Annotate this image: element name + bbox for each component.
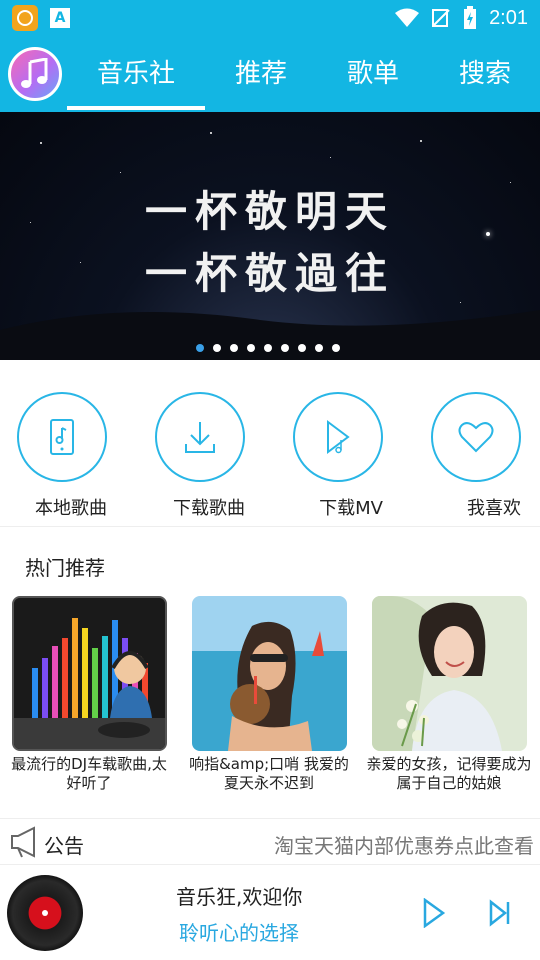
dj-equalizer-image [11, 596, 167, 751]
wifi-icon [395, 8, 420, 27]
girl-flowers-image [371, 596, 527, 751]
section-divider [0, 526, 540, 527]
hot-recommend-title: 热门推荐 [25, 556, 105, 580]
playlist-card-title: 亲爱的女孩，记得要成为属于自己的姑娘 [366, 755, 532, 792]
tab-music-club[interactable]: 音乐社 [67, 36, 205, 112]
carousel-dot [264, 344, 272, 352]
tab-recommend[interactable]: 推荐 [210, 36, 312, 112]
music-note-icon [21, 58, 48, 88]
app-logo[interactable] [8, 47, 62, 101]
banner-text-line-2: 一杯敬過往 [144, 249, 395, 298]
carousel-dot [315, 344, 323, 352]
banner-carousel[interactable]: 一杯敬明天 一杯敬過往 [0, 112, 540, 360]
notification-a-icon: A [50, 8, 70, 28]
carousel-indicator [196, 344, 340, 352]
carousel-dot [247, 344, 255, 352]
mini-player[interactable]: 音乐狂,欢迎你 聆听心的选择 [0, 864, 540, 960]
carousel-dot [281, 344, 289, 352]
playlist-card-title: 响指&amp;口哨 我爱的夏天永不迟到 [189, 755, 349, 792]
local-songs-button[interactable]: 本地歌曲 [17, 392, 107, 520]
clock: 2:01 [489, 6, 528, 29]
favorites-button[interactable]: 我喜欢 [431, 392, 521, 520]
download-icon [185, 422, 215, 453]
no-signal-icon [432, 9, 450, 27]
downloaded-songs-label: 下载歌曲 [173, 498, 245, 519]
status-bar: A 2:01 [0, 0, 540, 36]
carousel-dot [213, 344, 221, 352]
notice-bar[interactable]: 公告 淘宝天猫内部优惠券点此查看 [0, 818, 540, 864]
now-playing-title: 音乐狂,欢迎你 [176, 885, 303, 909]
local-songs-label: 本地歌曲 [35, 498, 107, 519]
playlist-card[interactable]: 最流行的DJ车载歌曲,太好听了 [4, 596, 174, 793]
album-disc[interactable] [7, 875, 83, 951]
video-file-icon [327, 420, 350, 454]
notification-app-icon [12, 5, 38, 31]
heart-icon [458, 422, 494, 453]
battery-icon [464, 6, 477, 29]
downloaded-mv-label: 下载MV [319, 498, 383, 519]
banner-text-line-1: 一杯敬明天 [144, 187, 395, 236]
carousel-dot [230, 344, 238, 352]
carousel-dot [298, 344, 306, 352]
playlist-card[interactable]: 亲爱的女孩，记得要成为属于自己的姑娘 [364, 596, 534, 793]
now-playing-subtitle: 聆听心的选择 [179, 921, 299, 945]
play-icon [423, 898, 446, 928]
tab-indicator [67, 106, 205, 110]
notice-marquee-text[interactable]: 淘宝天猫内部优惠券点此查看 [274, 830, 540, 859]
phone-music-icon [50, 419, 74, 455]
tab-search[interactable]: 搜索 [434, 36, 536, 112]
notice-label: 公告 [44, 834, 84, 858]
megaphone-icon [11, 826, 35, 858]
next-button[interactable] [482, 895, 518, 931]
favorites-label: 我喜欢 [467, 498, 521, 519]
tab-playlist[interactable]: 歌单 [322, 36, 424, 112]
playlist-card[interactable]: 响指&amp;口哨 我爱的夏天永不迟到 [184, 596, 354, 793]
playlist-card-title: 最流行的DJ车载歌曲,太好听了 [11, 755, 167, 792]
play-button[interactable] [416, 895, 452, 931]
skip-next-icon [489, 899, 510, 927]
beach-coconut-image [191, 596, 347, 751]
carousel-dot [332, 344, 340, 352]
top-tab-bar: 音乐社 推荐 歌单 搜索 [0, 36, 540, 112]
downloaded-songs-button[interactable]: 下载歌曲 [155, 392, 245, 520]
carousel-dot [196, 344, 204, 352]
downloaded-mv-button[interactable]: 下载MV [293, 392, 383, 520]
